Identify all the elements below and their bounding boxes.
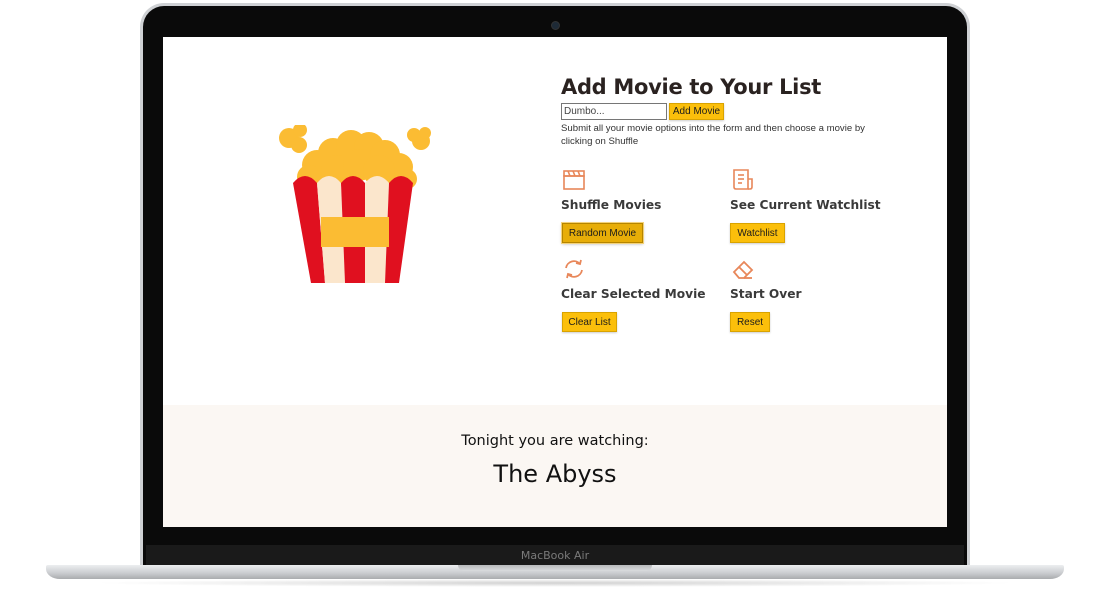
clear-movie-title: Clear Selected Movie (561, 287, 706, 301)
device-brand-label: MacBook Air (520, 549, 590, 562)
helper-text: Submit all your movie options into the f… (561, 123, 865, 147)
random-movie-button[interactable]: Random Movie (562, 223, 643, 243)
page-title: Add Movie to Your List (561, 75, 822, 99)
popcorn-icon (279, 125, 431, 283)
result-panel: Tonight you are watching: The Abyss (163, 405, 947, 527)
selected-movie-title: The Abyss (493, 460, 617, 488)
watchlist-button[interactable]: Watchlist (730, 223, 785, 243)
clapperboard-icon (563, 170, 585, 190)
shuffle-movies-title: Shuffle Movies (561, 198, 662, 212)
webcam-icon (551, 21, 560, 30)
start-over-title: Start Over (730, 287, 802, 301)
laptop-shadow (90, 579, 1020, 587)
add-movie-button[interactable]: Add Movie (669, 103, 724, 120)
list-document-icon (733, 169, 753, 190)
laptop-notch (458, 565, 652, 571)
watchlist-title: See Current Watchlist (730, 198, 881, 212)
result-label: Tonight you are watching: (461, 433, 649, 449)
app-screen: Add Movie to Your List Add Movie Submit … (163, 37, 947, 527)
eraser-icon (732, 260, 754, 279)
reset-button[interactable]: Reset (730, 312, 770, 332)
clear-list-button[interactable]: Clear List (562, 312, 617, 332)
movie-input[interactable] (561, 103, 667, 120)
refresh-icon (565, 259, 583, 279)
